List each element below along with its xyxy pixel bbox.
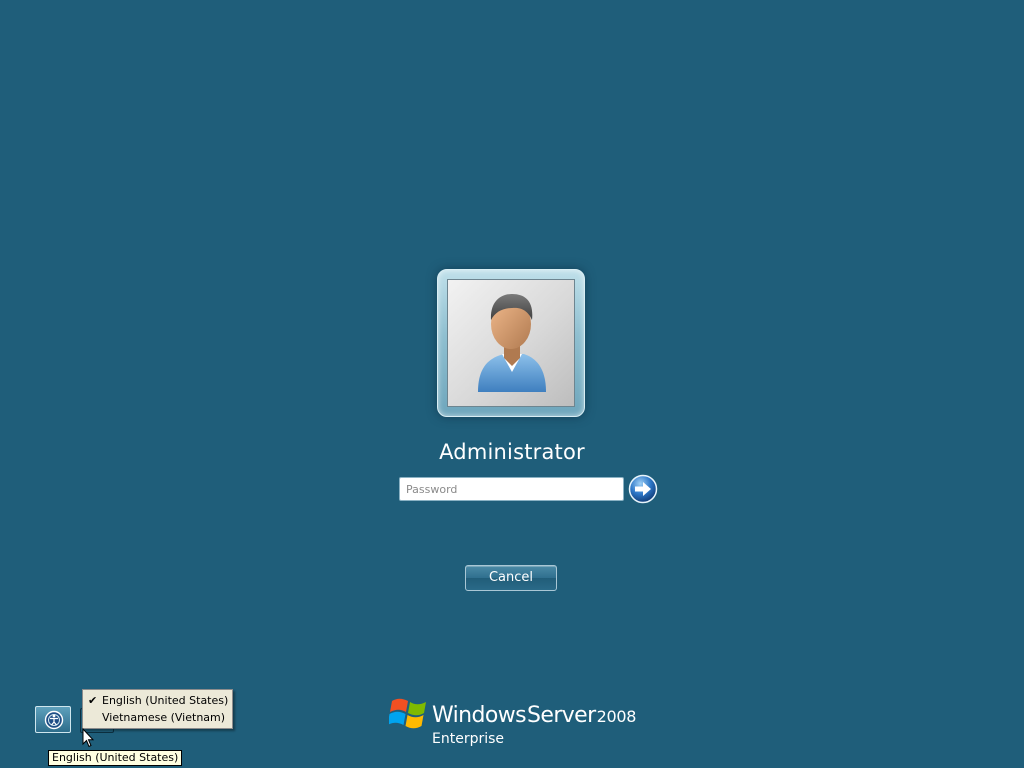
password-input[interactable] — [399, 477, 624, 501]
language-menu: ✔ English (United States) Vietnamese (Vi… — [82, 689, 233, 729]
mouse-cursor-icon — [82, 728, 94, 748]
product-edition: Enterprise — [432, 731, 505, 747]
arrow-right-icon — [628, 474, 658, 504]
language-menu-item-label: Vietnamese (Vietnam) — [102, 711, 226, 724]
user-name: Administrator — [439, 440, 585, 464]
brand-windows: Windows — [432, 703, 527, 728]
language-tooltip: English (United States) — [48, 750, 183, 766]
language-menu-item[interactable]: Vietnamese (Vietnam) — [83, 709, 232, 726]
checkmark-icon: ✔ — [88, 694, 98, 707]
brand-server: Server — [527, 703, 596, 728]
language-menu-item[interactable]: ✔ English (United States) — [83, 692, 232, 709]
language-menu-item-label: English (United States) — [102, 694, 229, 707]
cancel-button[interactable]: Cancel — [465, 565, 557, 591]
brand-year: 2008 — [596, 707, 637, 726]
user-tile — [437, 269, 585, 417]
ease-of-access-button[interactable] — [35, 706, 71, 733]
user-avatar-icon — [478, 294, 546, 392]
submit-button[interactable] — [628, 474, 658, 504]
user-picture — [447, 279, 575, 407]
product-name: WindowsServer2008 — [432, 703, 636, 728]
windows-flag-icon — [389, 698, 426, 729]
ease-of-access-icon — [44, 710, 64, 730]
